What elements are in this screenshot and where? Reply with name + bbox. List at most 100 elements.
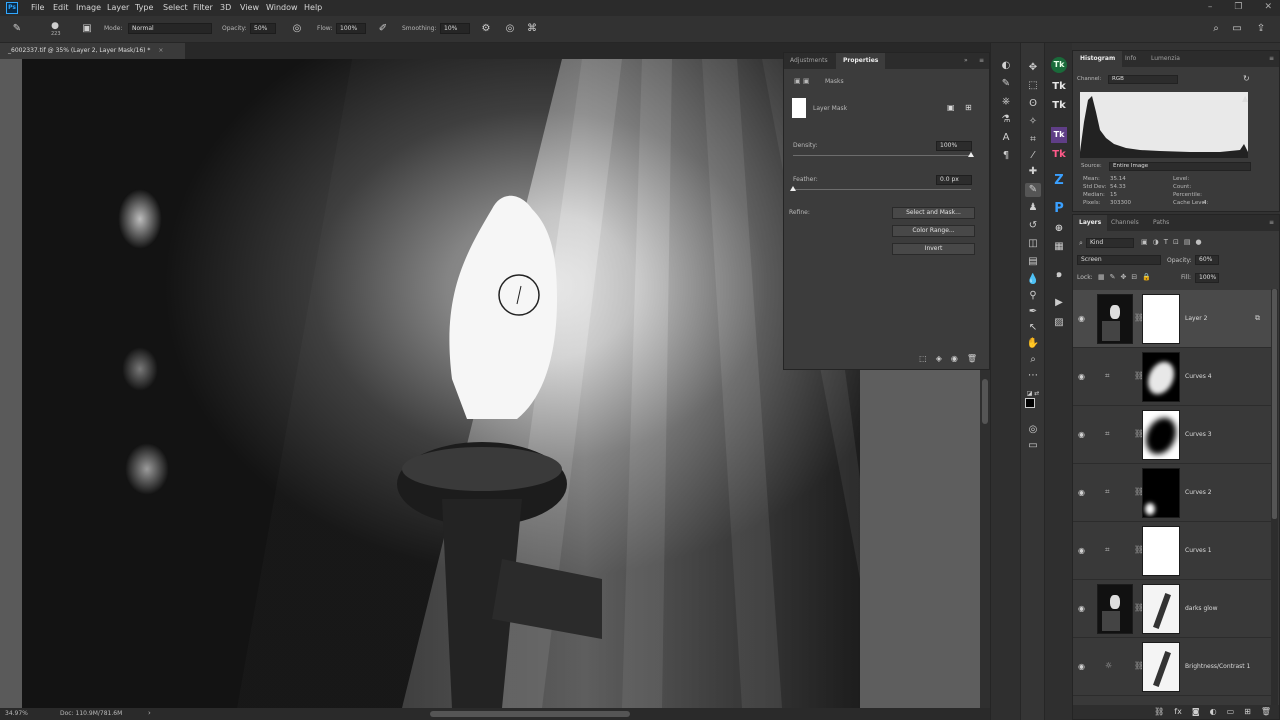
select-and-mask-button[interactable]: Select and Mask... [892, 207, 975, 219]
layer-row[interactable]: ◉ ⌗ ⛓ Curves 1 [1073, 522, 1271, 580]
apply-mask-icon[interactable]: ◈ [936, 354, 942, 363]
tk-panel-icon-2[interactable]: Tk [1051, 98, 1067, 114]
settings-gear-icon[interactable]: ⚙ [479, 22, 493, 36]
tk-panel-icon-3[interactable]: Tk [1051, 127, 1067, 143]
symmetry-icon[interactable]: ⌘ [525, 22, 539, 36]
tab-channels[interactable]: Channels [1111, 219, 1139, 226]
document-tab[interactable]: _6002337.tif @ 35% (Layer 2, Layer Mask/… [0, 43, 185, 59]
tab-histogram[interactable]: Histogram [1073, 51, 1123, 67]
pixel-mask-icon[interactable]: ▣ ▣ [794, 77, 809, 85]
menu-type[interactable]: Type [135, 3, 153, 12]
panel-menu-icon[interactable]: ≡ [979, 57, 984, 64]
density-field[interactable]: 100% [936, 141, 972, 151]
path-select-tool-icon[interactable]: ↖ [1025, 321, 1041, 335]
opacity-field[interactable]: 50% [250, 23, 276, 34]
curves-adjustment-icon[interactable]: ⌗ [1105, 487, 1110, 497]
minimize-icon[interactable]: – [1208, 2, 1213, 12]
layer-row[interactable]: ◉ ⌗ ⛓ Curves 4 [1073, 348, 1271, 406]
layer-row[interactable]: ◉ ⌗ ⛓ Curves 2 [1073, 464, 1271, 522]
feather-slider-knob[interactable] [790, 186, 796, 191]
pen-tool-icon[interactable]: ✒ [1025, 305, 1041, 319]
eyedropper-tool-icon[interactable]: ⁄ [1025, 149, 1041, 163]
layer-mask-thumbnail[interactable] [1142, 410, 1180, 460]
new-layer-icon[interactable]: ⊞ [1244, 705, 1251, 719]
layer-row[interactable]: ◉ ⌗ ⛓ Curves 3 [1073, 406, 1271, 464]
layer-row[interactable]: ◉ ⛓ Layer 2 ⧉ [1073, 290, 1271, 348]
play-icon[interactable]: ▶ [1051, 295, 1067, 311]
smart-filter-icon[interactable]: ⧉ [1255, 314, 1260, 323]
layers-scrollbar[interactable] [1271, 289, 1278, 719]
mode-select[interactable]: Normal [128, 23, 212, 34]
tk-round-icon[interactable]: Tk [1051, 57, 1067, 73]
visibility-eye-icon[interactable]: ◉ [1078, 430, 1085, 439]
layer-mask-thumbnail[interactable] [1142, 294, 1180, 344]
visibility-eye-icon[interactable]: ◉ [1078, 662, 1085, 671]
density-slider-knob[interactable] [968, 152, 974, 157]
lock-icons[interactable]: ▦✎✥⊟🔒 [1098, 273, 1156, 281]
z-panel-icon[interactable]: Z [1051, 173, 1067, 189]
toggle-mask-visibility-icon[interactable]: ◉ [951, 354, 958, 363]
hand-tool-icon[interactable]: ✋ [1025, 337, 1041, 351]
tab-properties[interactable]: Properties [836, 53, 886, 69]
pressure-opacity-icon[interactable]: ◎ [290, 22, 304, 36]
foreground-color[interactable] [1025, 398, 1035, 408]
invert-button[interactable]: Invert [892, 243, 975, 255]
brush-settings-icon[interactable]: ✎ [998, 77, 1014, 91]
menu-edit[interactable]: Edit [53, 3, 69, 12]
layers-menu-icon[interactable]: ≡ [1269, 219, 1274, 226]
visibility-eye-icon[interactable]: ◉ [1078, 314, 1085, 323]
new-adjustment-icon[interactable]: ◐ [1210, 705, 1217, 719]
layer-mask-thumbnail[interactable] [1142, 468, 1180, 518]
select-mask-icon[interactable]: ▣ [947, 103, 955, 112]
layer-thumbnail[interactable] [1097, 584, 1133, 634]
grid-icon[interactable]: ▦ [1051, 239, 1067, 255]
marquee-tool-icon[interactable]: ⬚ [1025, 79, 1041, 93]
visibility-eye-icon[interactable]: ◉ [1078, 546, 1085, 555]
history-brush-icon[interactable]: ↺ [1025, 219, 1041, 233]
stamp-tool-icon[interactable]: ♟ [1025, 201, 1041, 215]
layer-mask-thumbnail[interactable] [1142, 526, 1180, 576]
status-arrow-icon[interactable]: › [148, 709, 151, 717]
tab-info[interactable]: Info [1125, 55, 1136, 62]
close-icon[interactable]: ✕ [1264, 2, 1272, 12]
visibility-eye-icon[interactable]: ◉ [1078, 488, 1085, 497]
p-panel-icon[interactable]: P [1051, 201, 1067, 217]
horizontal-scroll-thumb[interactable] [430, 711, 630, 717]
healing-tool-icon[interactable]: ✚ [1025, 165, 1041, 179]
menu-file[interactable]: File [31, 3, 44, 12]
new-group-icon[interactable]: ▭ [1227, 705, 1235, 719]
pressure-size-icon[interactable]: ◎ [503, 22, 517, 36]
swatches-icon[interactable]: ⊕ [1051, 221, 1067, 237]
visibility-eye-icon[interactable]: ◉ [1078, 372, 1085, 381]
curves-adjustment-icon[interactable]: ⌗ [1105, 371, 1110, 381]
lasso-tool-icon[interactable]: ʘ [1025, 97, 1041, 111]
layer-mask-thumbnail[interactable] [1142, 642, 1180, 692]
brush-panel-icon[interactable]: ▣ [80, 22, 94, 36]
smoothing-field[interactable]: 10% [440, 23, 470, 34]
layer-row[interactable]: ◉ ☼ ⛓ Brightness/Contrast 1 [1073, 638, 1271, 696]
layers-scroll-thumb[interactable] [1272, 289, 1277, 519]
clone-source-icon[interactable]: ⎈ [998, 95, 1014, 109]
restore-icon[interactable]: ❐ [1234, 2, 1242, 12]
more-tools-icon[interactable]: ⋯ [1025, 369, 1041, 383]
close-tab-icon[interactable]: × [158, 47, 163, 54]
menu-view[interactable]: View [240, 3, 259, 12]
move-tool-icon[interactable]: ✥ [1025, 61, 1041, 75]
menu-select[interactable]: Select [163, 3, 188, 12]
color-range-button[interactable]: Color Range... [892, 225, 975, 237]
histogram-menu-icon[interactable]: ≡ [1269, 55, 1274, 62]
tk-panel-icon-1[interactable]: Tk [1051, 79, 1067, 95]
density-slider[interactable] [793, 155, 971, 156]
refresh-icon[interactable]: ↻ [1243, 74, 1250, 83]
visibility-eye-icon[interactable]: ◉ [1078, 604, 1085, 613]
curves-adjustment-icon[interactable]: ⌗ [1105, 545, 1110, 555]
menu-window[interactable]: Window [266, 3, 298, 12]
menu-filter[interactable]: Filter [193, 3, 213, 12]
dodge-tool-icon[interactable]: ⚲ [1025, 289, 1041, 303]
fill-field[interactable]: 100% [1195, 273, 1219, 283]
zoom-tool-icon[interactable]: ⌕ [1025, 353, 1041, 367]
tab-layers[interactable]: Layers [1073, 215, 1108, 231]
collapse-icon[interactable]: » [964, 57, 968, 64]
history-icon[interactable]: ◐ [998, 59, 1014, 73]
layer-style-icon[interactable]: fx [1174, 705, 1182, 719]
